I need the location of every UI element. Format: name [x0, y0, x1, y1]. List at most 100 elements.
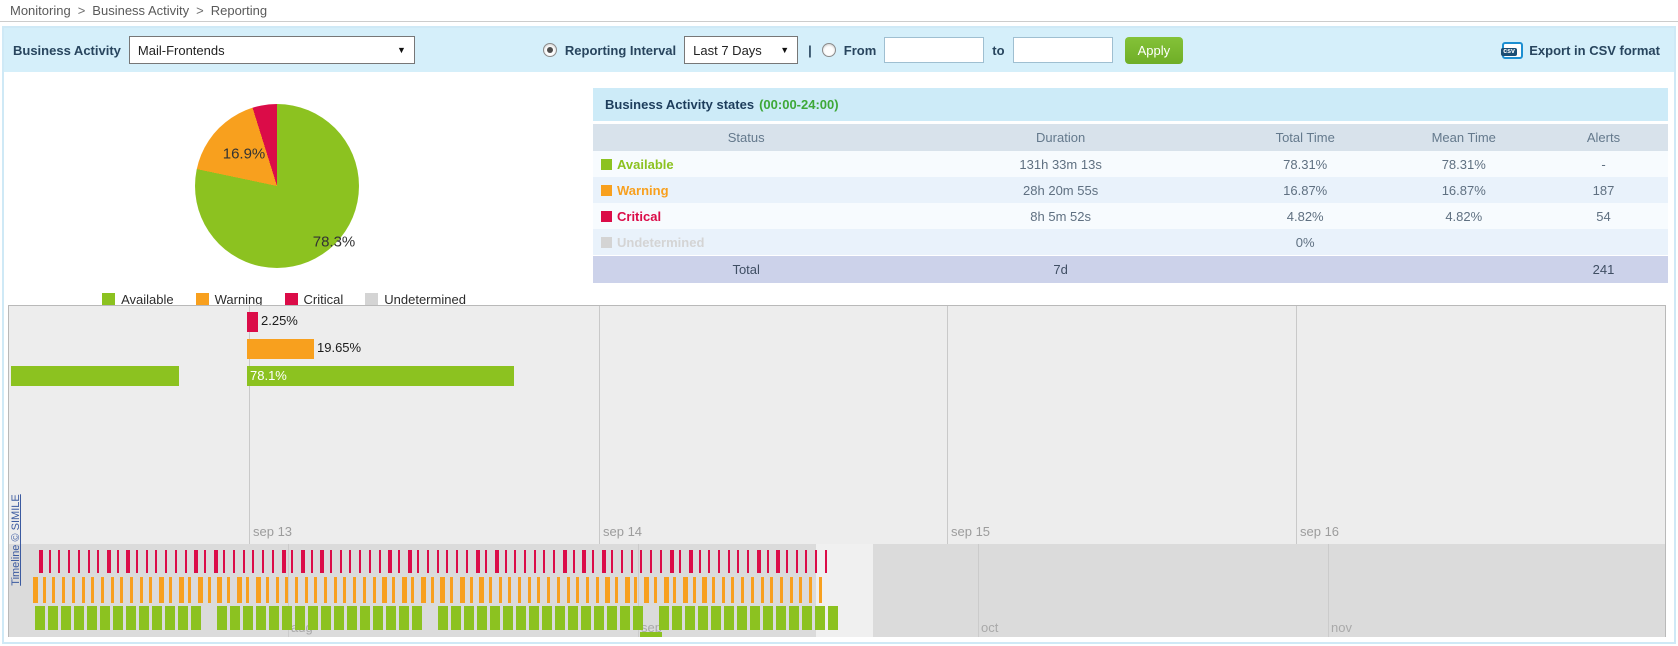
- event-tick: [100, 606, 110, 630]
- export-csv-link[interactable]: csv Export in CSV format: [1502, 42, 1660, 59]
- event-tick: [165, 606, 175, 630]
- event-tick: [518, 577, 521, 603]
- timeline-state-bar: 2.25%: [247, 312, 258, 332]
- event-tick: [68, 550, 70, 573]
- event-tick: [476, 550, 480, 573]
- breadcrumb-item[interactable]: Monitoring: [10, 3, 71, 18]
- event-tick: [640, 550, 642, 573]
- event-tick: [111, 577, 114, 603]
- event-tick: [799, 577, 802, 603]
- event-tick: [516, 606, 526, 630]
- event-tick: [553, 550, 555, 573]
- total-alerts: 241: [1539, 262, 1668, 277]
- bar-value-label: 78.1%: [250, 368, 287, 383]
- event-tick: [543, 550, 545, 573]
- event-tick: [165, 550, 167, 573]
- from-date-input[interactable]: [884, 37, 984, 63]
- event-tick: [72, 577, 75, 603]
- event-tick: [644, 577, 649, 603]
- event-tick: [741, 577, 744, 603]
- event-tick: [175, 550, 177, 573]
- event-tick: [505, 550, 507, 573]
- event-tick: [152, 606, 162, 630]
- event-tick: [266, 577, 269, 603]
- timeline-state-bar: 78.1%: [247, 366, 514, 386]
- simile-credit-link[interactable]: Timeline © SIMILE: [10, 492, 22, 588]
- event-tick: [776, 550, 780, 573]
- reporting-interval-radio[interactable]: [543, 43, 557, 57]
- event-tick: [605, 577, 610, 603]
- mean-time-cell: 16.87%: [1389, 183, 1540, 198]
- event-tick: [320, 550, 324, 573]
- event-tick: [359, 550, 361, 573]
- event-tick: [386, 606, 396, 630]
- event-tick: [659, 606, 669, 630]
- availability-pie-chart: 16.9% 78.3% AvailableWarningCriticalUnde…: [4, 72, 564, 312]
- event-tick: [828, 606, 838, 630]
- total-time-cell: 78.31%: [1222, 157, 1389, 172]
- day-label: sep 14: [603, 524, 642, 539]
- event-tick: [214, 550, 218, 573]
- event-tick: [809, 577, 812, 603]
- event-tick: [97, 550, 99, 573]
- event-tick: [285, 577, 288, 603]
- event-tick: [33, 577, 38, 603]
- event-tick: [230, 606, 240, 630]
- event-tick: [321, 606, 331, 630]
- event-tick: [35, 606, 45, 630]
- event-tick: [185, 550, 187, 573]
- event-tick: [555, 606, 565, 630]
- event-tick: [139, 606, 149, 630]
- event-tick: [61, 606, 71, 630]
- event-tick: [43, 577, 46, 603]
- to-date-input[interactable]: [1013, 37, 1113, 63]
- event-tick: [446, 550, 448, 573]
- event-tick: [347, 606, 357, 630]
- event-tick: [770, 577, 773, 603]
- event-tick: [592, 550, 594, 573]
- event-tick: [751, 577, 754, 603]
- timeline-overview-band[interactable]: augsepoctnov: [9, 544, 1665, 637]
- custom-range-radio[interactable]: [822, 43, 836, 57]
- event-tick: [324, 577, 327, 603]
- event-tick: [625, 577, 630, 603]
- event-tick: [685, 606, 695, 630]
- event-tick: [699, 550, 701, 573]
- event-tick: [567, 577, 570, 603]
- day-label: sep 15: [951, 524, 990, 539]
- status-label: Warning: [617, 183, 669, 198]
- table-row: Critical8h 5m 52s4.82%4.82%54: [593, 203, 1668, 229]
- table-row: Undetermined0%: [593, 229, 1668, 255]
- event-tick: [495, 550, 499, 573]
- month-gridline: [978, 544, 979, 637]
- event-tick: [78, 550, 80, 573]
- event-tick: [724, 606, 734, 630]
- timeline-main-band[interactable]: sep 13sep 14sep 15sep 162.25%19.65%78.1%: [9, 306, 1665, 544]
- event-tick: [568, 606, 578, 630]
- event-tick: [728, 550, 730, 573]
- breadcrumb-item[interactable]: Reporting: [211, 3, 267, 18]
- event-tick: [334, 606, 344, 630]
- event-tick: [188, 577, 191, 603]
- event-tick: [708, 550, 710, 573]
- apply-button[interactable]: Apply: [1125, 37, 1184, 64]
- breadcrumb-item[interactable]: Business Activity: [92, 3, 189, 18]
- event-tick: [291, 550, 293, 573]
- event-tick: [673, 577, 676, 603]
- event-tick: [514, 550, 516, 573]
- month-label: nov: [1331, 620, 1352, 635]
- day-label: sep 13: [253, 524, 292, 539]
- event-tick: [633, 606, 643, 630]
- event-tick: [524, 550, 526, 573]
- column-header: Alerts: [1539, 130, 1668, 145]
- alerts-cell: 54: [1539, 209, 1668, 224]
- interval-select[interactable]: Last 7 Days ▼: [684, 36, 798, 64]
- mean-time-cell: 78.31%: [1389, 157, 1540, 172]
- status-cell: Critical: [593, 209, 899, 224]
- event-tick: [802, 606, 812, 630]
- from-label: From: [844, 43, 877, 58]
- business-activity-select[interactable]: Mail-Frontends ▼: [129, 36, 415, 64]
- column-header: Mean Time: [1389, 130, 1540, 145]
- page-frame: Business Activity Mail-Frontends ▼ Repor…: [2, 26, 1676, 644]
- event-tick: [594, 606, 604, 630]
